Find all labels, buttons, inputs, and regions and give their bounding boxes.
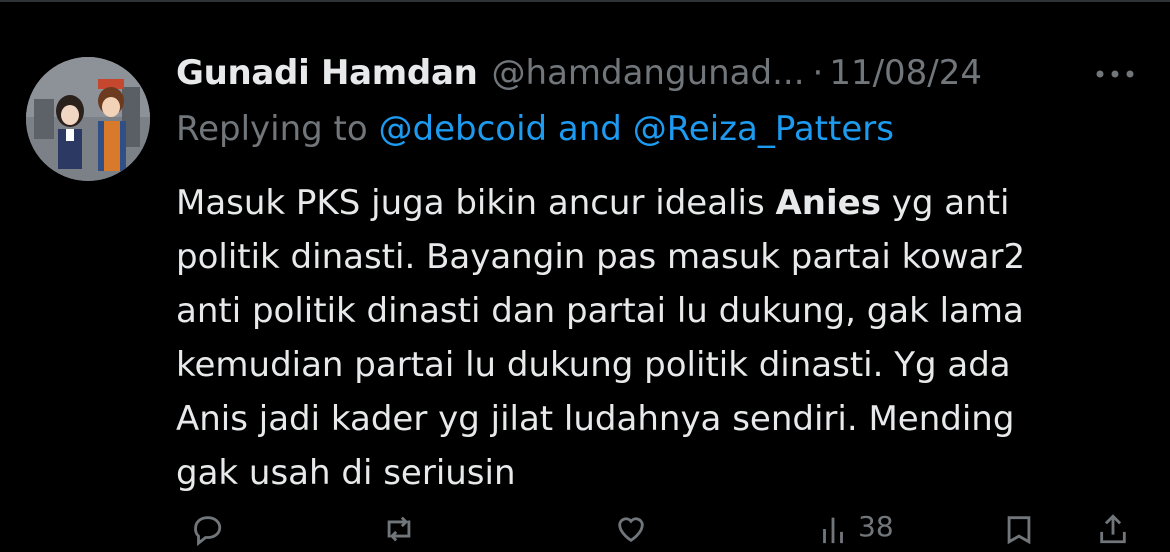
replying-and: and: [547, 109, 633, 149]
action-bar: 38: [176, 512, 1136, 552]
tweet-text: yg anti: [880, 183, 1010, 223]
tweet-header: Gunadi Hamdan @hamdangunad... · 11/08/24: [176, 50, 982, 96]
like-button[interactable]: [614, 512, 648, 552]
tweet-line: anti politik dinasti dan partai lu dukun…: [176, 291, 1024, 331]
avatar-image: [26, 57, 150, 181]
share-icon: [1100, 514, 1126, 544]
views-icon: [823, 517, 843, 544]
mention-link-reiza-patters[interactable]: @Reiza_Patters: [633, 109, 894, 149]
tweet-line: politik dinasti. Bayangin pas masuk part…: [176, 237, 1026, 277]
reply-icon: [194, 516, 222, 546]
heart-icon: [618, 517, 644, 543]
mention-link-debcoid[interactable]: @debcoid: [379, 109, 548, 149]
replying-prefix: Replying to: [176, 109, 379, 149]
author-handle[interactable]: @hamdangunad...: [492, 53, 805, 93]
views-count: 38: [858, 510, 894, 543]
tweet-text-bold: Anies: [775, 183, 881, 223]
retweet-button[interactable]: [382, 512, 416, 552]
reply-button[interactable]: [190, 512, 224, 552]
separator-dot: ·: [812, 53, 824, 93]
tweet-date[interactable]: 11/08/24: [829, 53, 982, 93]
tweet-line: Anis jadi kader yg jilat ludahnya sendir…: [176, 399, 1015, 439]
replying-to: Replying to @debcoid and @Reiza_Patters: [176, 109, 894, 149]
tweet-line: kemudian partai lu dukung politik dinast…: [176, 345, 1011, 385]
top-divider: [0, 0, 1170, 2]
bookmark-button[interactable]: [1002, 512, 1036, 552]
bookmark-icon: [1007, 516, 1031, 545]
retweet-icon: [387, 516, 411, 542]
views-button[interactable]: 38: [816, 512, 894, 552]
more-options-button[interactable]: [1093, 56, 1137, 92]
share-button[interactable]: [1096, 512, 1130, 552]
more-horizontal-icon: [1096, 70, 1134, 78]
tweet-line: gak usah di seriusin: [176, 453, 516, 493]
tweet-text: Masuk PKS juga bikin ancur idealis: [176, 183, 776, 223]
author-name[interactable]: Gunadi Hamdan: [176, 53, 478, 93]
tweet-line: Masuk PKS juga bikin ancur idealis Anies…: [176, 176, 1146, 230]
avatar[interactable]: [26, 57, 150, 181]
tweet-body: Masuk PKS juga bikin ancur idealis Anies…: [176, 176, 1146, 500]
